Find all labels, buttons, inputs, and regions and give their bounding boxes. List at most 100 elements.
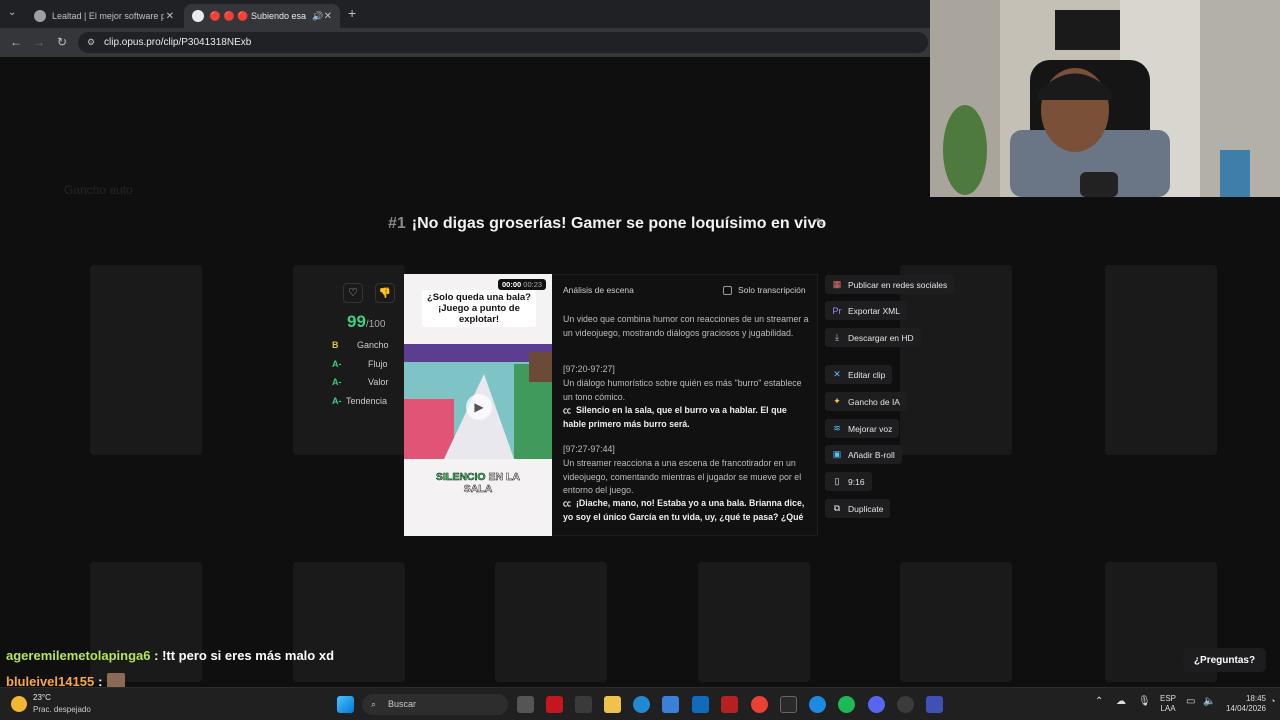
captions-icon: ㏄ — [563, 499, 571, 508]
back-icon[interactable]: ← — [10, 35, 22, 49]
video-caption-bottom: SILENCIO EN LA SALA — [404, 471, 552, 496]
tab-lealtad[interactable]: Lealtad | El mejor software para ✕ — [26, 4, 182, 28]
weather-temp[interactable]: 23°C — [33, 693, 51, 702]
chat-message: ageremilemetolapinga6 : !tt pero si eres… — [6, 648, 334, 663]
spotify-icon[interactable] — [838, 696, 855, 713]
windows-start-icon[interactable] — [337, 696, 354, 713]
close-tab-icon[interactable]: ✕ — [166, 11, 174, 22]
scene-analysis-heading: Análisis de escena — [563, 285, 634, 295]
caption-word: EN LA — [488, 471, 520, 484]
tray-cloud-icon[interactable]: ☁ — [1116, 696, 1126, 707]
lang-code: ESP — [1159, 694, 1176, 703]
ai-hook-button[interactable]: ✦ Gancho de IA — [825, 392, 907, 411]
weather-desc[interactable]: Prac. despejado — [33, 705, 91, 714]
volume-icon[interactable]: 🔈 — [1203, 696, 1215, 707]
task-view-icon[interactable] — [517, 696, 534, 713]
download-hd-label: Descargar en HD — [848, 332, 914, 343]
app-icon-indigo[interactable] — [926, 696, 943, 713]
like-heart-icon[interactable]: ♡ — [343, 283, 363, 303]
score-max: /100 — [365, 319, 386, 330]
lealtad-favicon-icon — [34, 10, 46, 22]
aspect-ratio-button[interactable]: ▯ 9:16 — [825, 472, 872, 491]
publish-social-button[interactable]: ▦ Publicar en redes sociales — [825, 275, 955, 294]
transcript-only-toggle[interactable]: Solo transcripción — [723, 285, 806, 295]
weather-sun-icon[interactable] — [11, 696, 27, 712]
network-icon[interactable]: ▭ — [1186, 696, 1195, 707]
tab-stream[interactable]: 🔴 🔴 🔴 Subiendo esa RAC 🔊 ✕ — [184, 4, 340, 28]
taskbar-search[interactable]: ⌕ Buscar — [362, 694, 508, 715]
discord-icon[interactable] — [868, 696, 885, 713]
reload-icon[interactable]: ↻ — [57, 35, 67, 49]
grade-flow: A- — [332, 359, 342, 369]
add-broll-button[interactable]: ▣ Añadir B-roll — [825, 445, 902, 464]
app-icon-blue[interactable] — [809, 696, 826, 713]
clock-time: 18:45 — [1245, 694, 1266, 703]
url-field[interactable]: ⚙ clip.opus.pro/clip/P3041318NExb — [78, 32, 928, 53]
segment-timestamp[interactable]: [97:20-97:27] — [563, 364, 615, 374]
caption-word: SALA — [463, 483, 493, 496]
segment-timestamp[interactable]: [97:27-97:44] — [563, 444, 615, 454]
video-caption-top: ¿Solo queda una bala? ¡Juego a punto de … — [422, 290, 536, 327]
video-time-total: 00:23 — [523, 280, 543, 289]
site-info-icon[interactable]: ⚙ — [87, 32, 95, 53]
ghost-clip-card — [90, 562, 202, 682]
captions-icon: ㏄ — [563, 406, 571, 415]
grade-trend: A- — [332, 396, 342, 406]
notification-bell-icon[interactable]: ◔ — [1270, 696, 1275, 706]
video-preview[interactable]: 00:00 00:23 ¿Solo queda una bala? ¡Juego… — [404, 274, 552, 536]
duplicate-button[interactable]: ⧉ Duplicate — [825, 499, 891, 518]
forward-icon[interactable]: → — [33, 35, 45, 49]
scene-summary: Un video que combina humor con reaccione… — [563, 314, 809, 338]
app-icon-badge[interactable] — [721, 696, 738, 713]
edge-icon[interactable] — [633, 696, 650, 713]
clip-title-text: ¡No digas groserías! Gamer se pone loquí… — [411, 215, 827, 232]
dislike-icon[interactable]: 👎 — [375, 283, 395, 303]
clip-title: #1 ¡No digas groserías! Gamer se pone loq… — [388, 213, 828, 234]
play-icon[interactable]: ▶ — [466, 394, 492, 420]
speaker-icon[interactable]: 🔊 — [312, 11, 323, 22]
microphone-icon[interactable]: 🎙 — [1138, 696, 1151, 707]
transcript-only-label: Solo transcripción — [738, 285, 806, 295]
enhance-voice-button[interactable]: ≋ Mejorar voz — [825, 419, 900, 438]
ghost-clip-card — [293, 562, 405, 682]
epic-games-icon[interactable] — [780, 696, 797, 713]
clip-number: #1 — [388, 215, 406, 232]
help-questions-button[interactable]: ¿Preguntas? — [1183, 648, 1266, 672]
aspect-ratio-label: 9:16 — [848, 476, 865, 487]
webcam-overlay — [930, 0, 1280, 197]
chrome-icon[interactable] — [751, 696, 768, 713]
store-icon[interactable] — [662, 696, 679, 713]
keyboard-language[interactable]: ESP LAA — [1157, 694, 1179, 714]
search-icon: ⌕ — [371, 699, 377, 709]
edit-title-pencil-icon[interactable]: ✎ — [815, 216, 824, 229]
premiere-icon: Pr — [832, 305, 842, 316]
app-icon-red[interactable] — [546, 696, 563, 713]
grade-hook: B — [332, 340, 339, 350]
clock-date: 14/04/2026 — [1225, 704, 1266, 713]
file-explorer-icon[interactable] — [604, 696, 621, 713]
new-tab-icon[interactable]: + — [348, 5, 356, 21]
tab-list-icon[interactable]: ⌄ — [8, 7, 16, 18]
waveform-icon: ≋ — [833, 423, 841, 433]
download-hd-button[interactable]: ⤓ Descargar en HD — [825, 328, 921, 347]
edit-clip-button[interactable]: ✕ Editar clip — [825, 365, 893, 384]
video-timecode: 00:00 00:23 — [498, 279, 547, 290]
caption-word-highlight: SILENCIO — [435, 471, 486, 484]
edit-clip-label: Editar clip — [848, 369, 886, 380]
outlook-icon[interactable] — [692, 696, 709, 713]
url-text: clip.opus.pro/clip/P3041318NExb — [104, 37, 252, 48]
download-icon: ⤓ — [835, 332, 839, 342]
export-xml-button[interactable]: Pr Exportar XML — [825, 301, 907, 320]
grade-hook-label: Gancho — [357, 340, 389, 350]
clock[interactable]: 18:45 14/04/2026 — [1216, 694, 1266, 714]
duplicate-label: Duplicate — [848, 503, 884, 514]
close-tab-icon[interactable]: ✕ — [324, 11, 332, 22]
tray-chevron-icon[interactable]: ⌃ — [1095, 696, 1103, 707]
transcript-only-checkbox[interactable] — [723, 285, 732, 295]
app-icon-gray[interactable] — [897, 696, 914, 713]
ghost-clip-card — [90, 265, 202, 455]
ghost-heading: Gancho auto — [64, 183, 133, 197]
windows-taskbar: 23°C Prac. despejado ⌕ Buscar ⌃ ☁ 🎙 ESP … — [0, 687, 1280, 720]
app-icon-dark[interactable] — [575, 696, 592, 713]
segment-description: Un streamer reacciona a una escena de fr… — [563, 458, 802, 495]
